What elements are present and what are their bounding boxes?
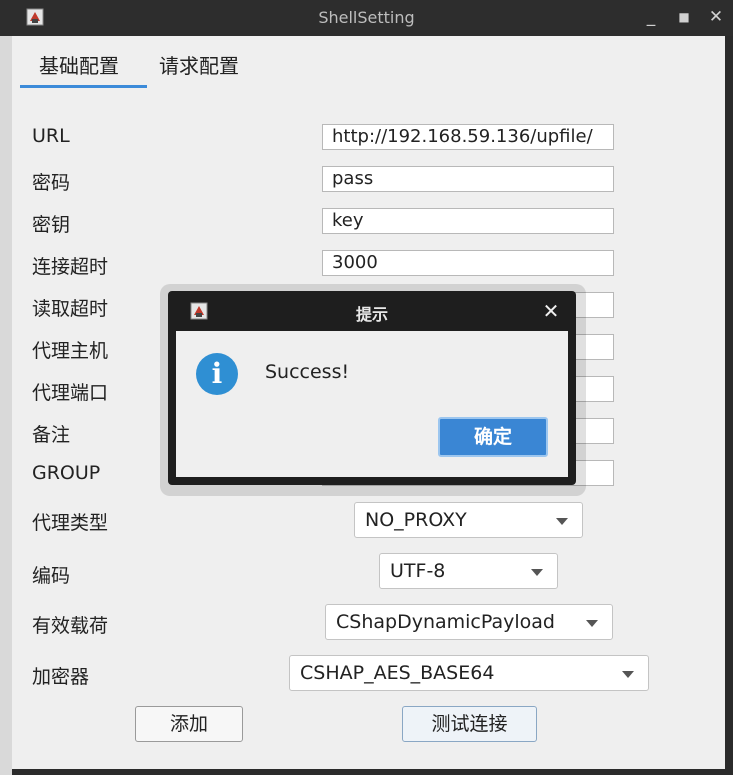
proxy-type-value: NO_PROXY bbox=[365, 509, 467, 531]
password-label: 密码 bbox=[32, 172, 71, 194]
dropdown-caret-icon bbox=[556, 518, 568, 525]
maximize-icon[interactable]: ■ bbox=[674, 7, 694, 27]
group-label: GROUP bbox=[32, 462, 101, 484]
url-label: URL bbox=[32, 125, 70, 147]
payload-select[interactable]: CShapDynamicPayload bbox=[325, 604, 613, 640]
remark-label: 备注 bbox=[32, 424, 71, 446]
payload-value: CShapDynamicPayload bbox=[336, 611, 555, 633]
cryption-label: 加密器 bbox=[32, 666, 90, 688]
cryption-value: CSHAP_AES_BASE64 bbox=[300, 662, 495, 684]
encoding-label: 编码 bbox=[32, 565, 71, 587]
encoding-value: UTF-8 bbox=[390, 560, 446, 582]
key-label: 密钥 bbox=[32, 214, 71, 236]
connect-timeout-field[interactable]: 3000 bbox=[322, 250, 614, 276]
encoding-select[interactable]: UTF-8 bbox=[379, 553, 558, 589]
tab-request-config[interactable]: 请求配置 bbox=[159, 50, 259, 88]
password-field[interactable]: pass bbox=[322, 166, 614, 192]
connect-timeout-label: 连接超时 bbox=[32, 256, 109, 278]
dialog-title: 提示 bbox=[355, 305, 388, 324]
payload-label: 有效载荷 bbox=[32, 615, 109, 637]
read-timeout-label: 读取超时 bbox=[32, 298, 109, 320]
proxy-type-select[interactable]: NO_PROXY bbox=[354, 502, 583, 538]
ok-button[interactable]: 确定 bbox=[438, 417, 548, 457]
tab-bar: 基础配置 请求配置 bbox=[12, 36, 725, 88]
proxy-host-label: 代理主机 bbox=[32, 340, 109, 362]
proxy-port-label: 代理端口 bbox=[32, 382, 109, 404]
tab-basic-config[interactable]: 基础配置 bbox=[20, 50, 147, 88]
dropdown-caret-icon bbox=[622, 671, 634, 678]
dropdown-caret-icon bbox=[586, 620, 598, 627]
test-connection-button[interactable]: 测试连接 bbox=[402, 706, 537, 742]
dialog-body: i Success! 确定 bbox=[176, 331, 568, 477]
proxy-type-label: 代理类型 bbox=[32, 512, 109, 534]
window-title: ShellSetting bbox=[318, 8, 415, 27]
key-field[interactable]: key bbox=[322, 208, 614, 234]
dialog-title-bar[interactable]: 提示 ✕ bbox=[168, 291, 576, 331]
title-bar[interactable]: ShellSetting _ ■ ✕ bbox=[0, 0, 733, 36]
info-icon: i bbox=[196, 353, 238, 395]
dropdown-caret-icon bbox=[531, 569, 543, 576]
cryption-select[interactable]: CSHAP_AES_BASE64 bbox=[289, 655, 649, 691]
close-icon[interactable]: ✕ bbox=[541, 299, 561, 323]
background-window-edge bbox=[0, 36, 12, 775]
minimize-icon[interactable]: _ bbox=[641, 7, 661, 27]
add-button[interactable]: 添加 bbox=[135, 706, 243, 742]
dialog-message: Success! bbox=[265, 361, 350, 383]
message-dialog: 提示 ✕ i Success! 确定 bbox=[168, 291, 576, 485]
close-icon[interactable]: ✕ bbox=[706, 7, 726, 27]
url-field[interactable]: http://192.168.59.136/upfile/ bbox=[322, 124, 614, 150]
